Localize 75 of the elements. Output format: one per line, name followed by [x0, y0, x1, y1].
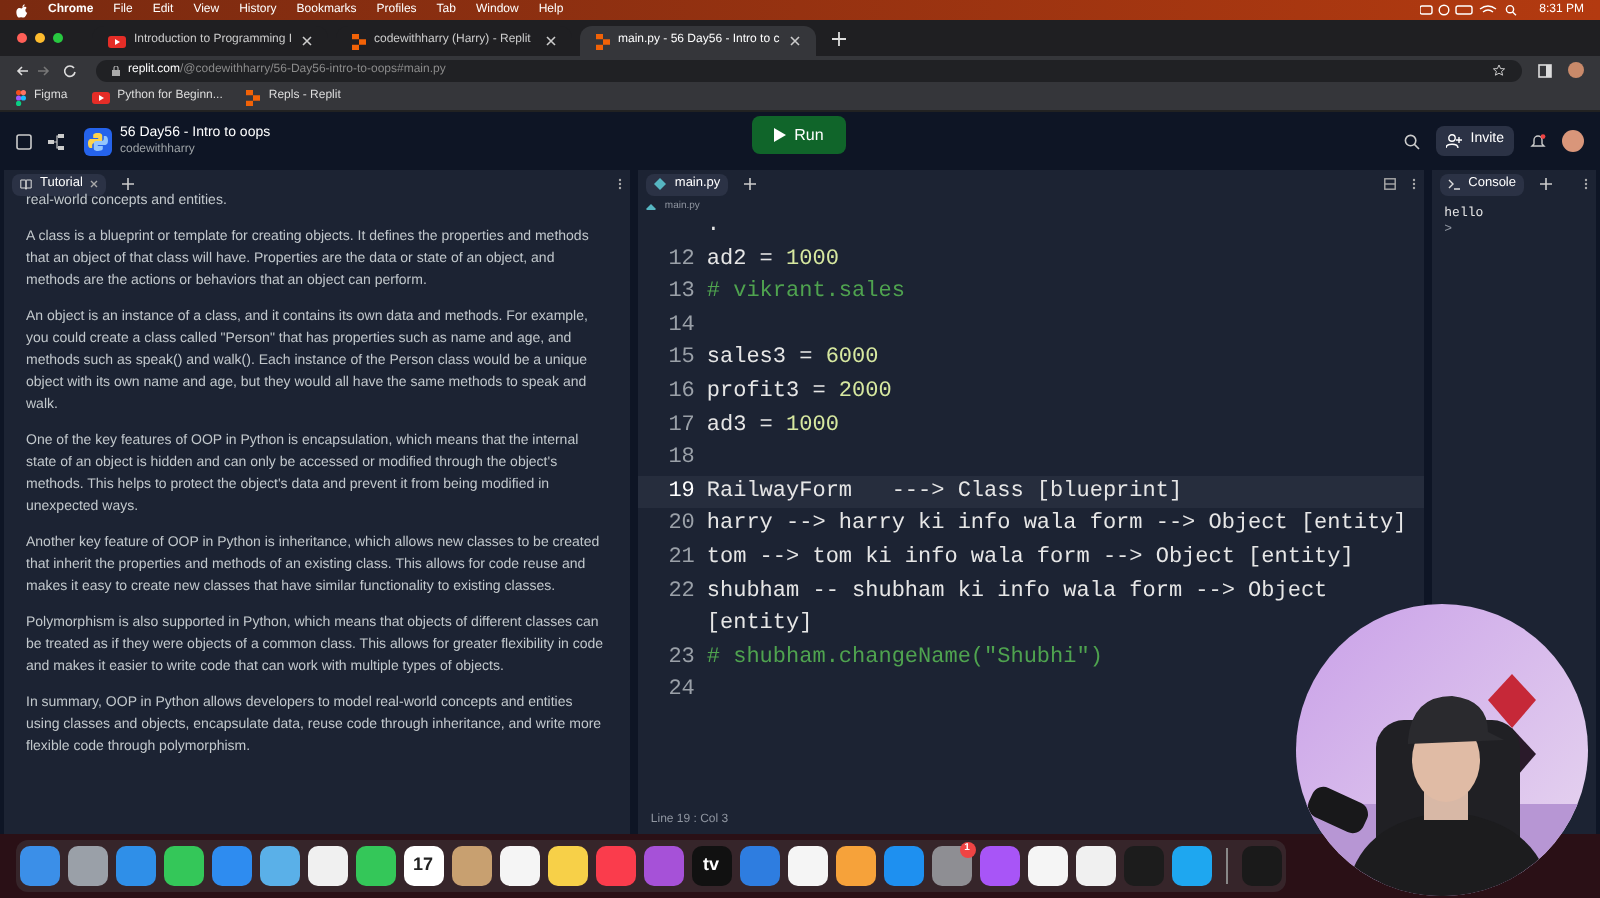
play-icon — [774, 128, 787, 142]
app-icon[interactable] — [259, 846, 299, 886]
close-icon[interactable] — [90, 180, 99, 188]
line-number: 22 — [666, 577, 697, 608]
play-icon — [91, 91, 110, 103]
replit-icon — [246, 89, 261, 105]
code-line: sales3 = 6000 — [706, 344, 881, 375]
book-icon — [20, 178, 32, 190]
terminal-icon — [1448, 178, 1461, 190]
tree-icon[interactable] — [48, 133, 68, 149]
app-icon[interactable] — [835, 846, 875, 886]
line-number: 24 — [666, 676, 697, 707]
status-icons-drawing — [1419, 4, 1520, 16]
app-icon[interactable] — [307, 846, 347, 886]
star-icon[interactable] — [1492, 64, 1506, 76]
sidebar-toggle-icon[interactable] — [16, 133, 32, 149]
more-icon[interactable] — [1412, 178, 1417, 190]
app-icon[interactable] — [451, 846, 491, 886]
replit-icon — [352, 33, 366, 49]
code-line: profit3 = 2000 — [706, 377, 894, 408]
plus-icon[interactable] — [744, 178, 757, 190]
window-controls-icon[interactable] — [16, 32, 68, 44]
code-line: ad2 = 1000 — [706, 245, 841, 276]
plus-icon[interactable] — [122, 178, 135, 190]
line-number: 13 — [666, 278, 697, 309]
add-person-icon — [1446, 134, 1463, 148]
app-icon[interactable] — [67, 846, 107, 886]
code-line: harry --> harry ki info wala form --> Object [entity] — [706, 510, 1409, 541]
line-number: 16 — [666, 377, 697, 408]
code-line: shubham -- shubham ki info wala form --> Object [entity] — [706, 577, 1330, 641]
code-line: # shubham.changeName("Shubhi") — [706, 643, 1105, 674]
bell-icon[interactable] — [1530, 133, 1546, 149]
app-icon[interactable]: 17 — [403, 846, 443, 886]
line-number: 20 — [666, 510, 697, 541]
app-icon[interactable]: tv — [691, 846, 731, 886]
line-number: 17 — [666, 411, 697, 442]
close-icon[interactable] — [790, 36, 800, 46]
more-icon[interactable] — [618, 178, 623, 190]
layout-icon[interactable] — [1384, 178, 1397, 190]
play-icon — [108, 35, 126, 47]
avatar[interactable] — [1568, 62, 1584, 78]
app-icon[interactable] — [355, 846, 395, 886]
app-icon[interactable] — [499, 846, 539, 886]
run-button[interactable]: Run — [752, 116, 846, 154]
app-icon[interactable] — [787, 846, 827, 886]
line-number: 14 — [666, 311, 697, 342]
plus-icon[interactable] — [1540, 178, 1552, 190]
lock-icon — [112, 65, 120, 75]
line-number: 12 — [666, 245, 697, 276]
app-icon[interactable] — [1075, 846, 1115, 886]
code-line: . — [706, 212, 723, 242]
line-number: 18 — [666, 444, 697, 475]
app-icon[interactable] — [1171, 846, 1211, 886]
close-icon[interactable] — [546, 36, 556, 46]
replit-icon — [596, 33, 610, 49]
app-icon[interactable] — [1027, 846, 1067, 886]
line-number: 21 — [666, 543, 697, 574]
line-number: 23 — [666, 643, 697, 674]
code-line: tom --> tom ki info wala form --> Object [entity] — [706, 543, 1356, 574]
plus-icon[interactable] — [832, 31, 846, 45]
navigation-icons[interactable] — [16, 63, 80, 77]
figma-icon — [16, 89, 26, 105]
side-panel-icon[interactable] — [1538, 63, 1552, 77]
app-icon[interactable] — [547, 846, 587, 886]
line-number: 19 — [666, 477, 697, 508]
close-icon[interactable] — [302, 36, 312, 46]
apple-icon[interactable] — [16, 3, 28, 17]
app-icon[interactable] — [163, 846, 203, 886]
code-line: ad3 = 1000 — [706, 411, 841, 442]
search-icon[interactable] — [1404, 133, 1421, 149]
code-line: RailwayForm ---> Class [blueprint] — [706, 477, 1185, 508]
python-logo-icon — [84, 127, 112, 155]
code-line: # vikrant.sales — [706, 278, 907, 309]
line-number: 15 — [666, 344, 697, 375]
avatar[interactable] — [1562, 130, 1584, 152]
